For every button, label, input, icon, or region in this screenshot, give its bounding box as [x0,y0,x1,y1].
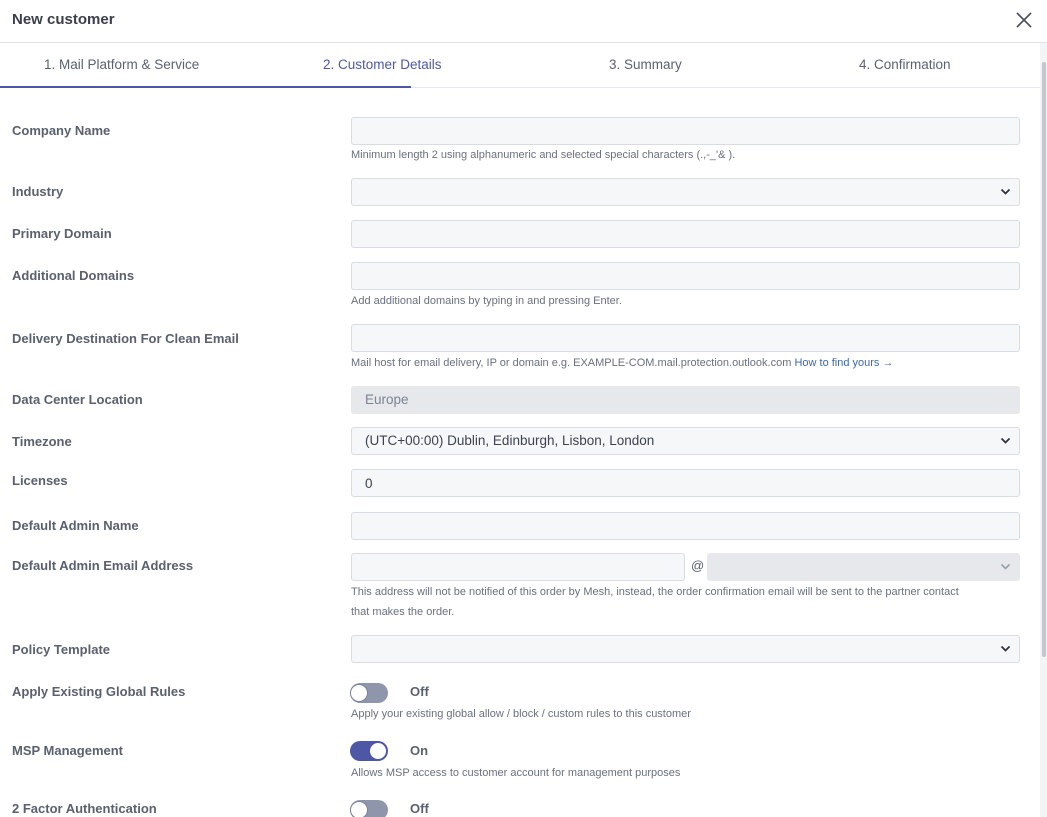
msp-management-state: On [410,743,429,758]
chevron-down-icon [1000,437,1011,444]
admin-email-help-line1: This address will not be notified of thi… [351,586,959,598]
admin-email-help-line2: that makes the order. [351,606,455,618]
delivery-destination-label: Delivery Destination For Clean Email [12,331,239,346]
close-icon[interactable] [1014,10,1034,30]
company-name-label: Company Name [12,123,111,138]
default-admin-email-label: Default Admin Email Address [12,558,194,573]
licenses-input[interactable] [351,469,1020,497]
delivery-destination-help-text: Mail host for email delivery, IP or doma… [351,357,792,369]
chevron-down-icon [1000,645,1011,652]
apply-global-rules-state: Off [410,684,429,699]
tab-summary[interactable]: 3. Summary [609,57,682,72]
apply-global-rules-toggle[interactable] [350,683,388,703]
toggle-knob [369,742,387,760]
scrollbar-thumb[interactable] [1042,62,1046,657]
default-admin-name-input[interactable] [351,512,1020,540]
two-factor-state: Off [410,801,429,816]
tab-customer-details[interactable]: 2. Customer Details [323,57,442,72]
additional-domains-help: Add additional domains by typing in and … [351,295,622,307]
two-factor-label: 2 Factor Authentication [12,801,157,816]
primary-domain-input[interactable] [351,220,1020,248]
policy-template-label: Policy Template [12,642,111,657]
delivery-destination-input[interactable] [351,324,1020,352]
admin-email-local-input[interactable] [351,553,685,581]
apply-global-rules-help: Apply your existing global allow / block… [351,708,691,720]
active-tab-indicator [0,86,411,88]
chevron-down-icon [1000,563,1011,570]
wizard-tabs: 1. Mail Platform & Service 2. Customer D… [0,43,1040,88]
data-center-location-value: Europe [365,392,409,407]
policy-template-select[interactable] [351,635,1020,663]
apply-global-rules-label: Apply Existing Global Rules [12,684,186,699]
timezone-select[interactable]: (UTC+00:00) Dublin, Edinburgh, Lisbon, L… [351,427,1020,455]
toggle-knob [350,684,368,702]
licenses-label: Licenses [12,473,68,488]
toggle-knob [350,801,368,817]
timezone-label: Timezone [12,434,72,449]
data-center-location-label: Data Center Location [12,392,143,407]
industry-label: Industry [12,184,64,199]
chevron-down-icon [1000,188,1011,195]
tab-confirmation[interactable]: 4. Confirmation [859,57,951,72]
msp-management-help: Allows MSP access to customer account fo… [351,767,681,779]
delivery-destination-help: Mail host for email delivery, IP or doma… [351,357,894,369]
dialog-title: New customer [12,11,115,28]
how-to-find-yours-link[interactable]: How to find yours → [794,357,893,369]
company-name-input[interactable] [351,117,1020,145]
default-admin-name-label: Default Admin Name [12,518,139,533]
timezone-value: (UTC+00:00) Dublin, Edinburgh, Lisbon, L… [365,433,655,448]
company-name-help: Minimum length 2 using alphanumeric and … [351,149,736,161]
two-factor-toggle[interactable] [350,800,388,817]
tab-mail-platform-service[interactable]: 1. Mail Platform & Service [44,57,199,72]
dialog-header: New customer [0,0,1047,43]
primary-domain-label: Primary Domain [12,226,112,241]
data-center-location-field: Europe [351,386,1020,414]
msp-management-label: MSP Management [12,743,124,758]
industry-select[interactable] [351,178,1020,206]
admin-email-domain-select[interactable] [707,553,1020,581]
msp-management-toggle[interactable] [350,741,388,761]
at-sign: @ [691,558,705,573]
additional-domains-input[interactable] [351,262,1020,290]
additional-domains-label: Additional Domains [12,268,135,283]
